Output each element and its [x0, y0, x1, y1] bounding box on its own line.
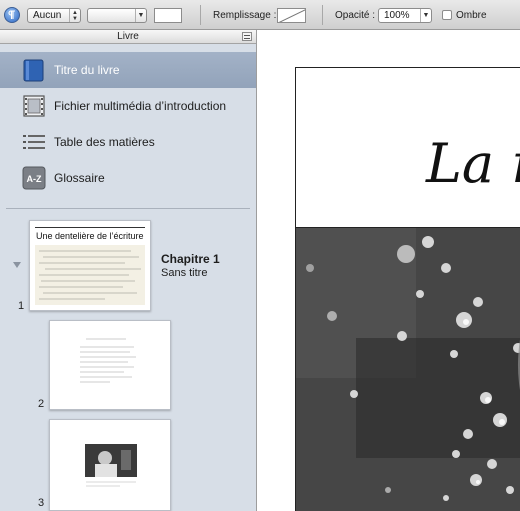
toolbar-divider: [322, 5, 323, 25]
book-page[interactable]: La r: [295, 67, 520, 511]
chevron-down-icon: ▼: [420, 9, 431, 22]
opacity-value: 100%: [384, 10, 410, 21]
sidebar-menu-icon[interactable]: [242, 32, 252, 41]
fill-label: Remplissage :: [213, 10, 277, 21]
cover-photo[interactable]: [296, 227, 520, 511]
sidebar-item-label: Fichier multimédia d’introduction: [54, 99, 227, 113]
page-thumbnail-3[interactable]: [49, 419, 171, 511]
inspector-button[interactable]: [4, 7, 20, 23]
toolbar-divider: [200, 5, 201, 25]
stroke-popup[interactable]: ▼: [87, 8, 147, 23]
page-thumbnail-2[interactable]: [49, 320, 171, 410]
manuscript-image: [35, 245, 145, 305]
film-icon: [23, 95, 45, 117]
border-style-value: Aucun: [33, 10, 62, 21]
stroke-color-well[interactable]: [154, 8, 182, 23]
opacity-label: Opacité :: [335, 10, 376, 21]
page-number: 2: [38, 398, 45, 410]
format-toolbar: Aucun ▲ ▼ ▼ Remplissage : Opacité : 100% …: [0, 0, 520, 30]
list-icon: [23, 135, 45, 149]
sidebar-item-label: Titre du livre: [54, 63, 120, 77]
paragraph-icon: [8, 10, 15, 19]
chevron-down-icon: ▼: [135, 9, 146, 22]
sidebar-item-intro-media[interactable]: Fichier multimédia d’introduction: [0, 88, 256, 124]
sidebar-item-book-title[interactable]: Titre du livre: [0, 52, 256, 88]
thumbnail-heading: Une dentelière de l’écriture: [36, 231, 144, 241]
chapter-subtitle: Sans titre: [161, 267, 208, 279]
sidebar-divider: [6, 208, 250, 209]
opacity-field[interactable]: 100% ▼: [378, 8, 432, 23]
page-number: 3: [38, 497, 45, 509]
sidebar-item-label: Glossaire: [54, 171, 105, 185]
border-style-popup[interactable]: Aucun ▲ ▼: [27, 8, 81, 23]
sidebar-title: Livre: [117, 31, 139, 42]
disclosure-triangle-icon[interactable]: [13, 262, 21, 268]
stepper-arrows-icon: ▲ ▼: [69, 9, 80, 22]
sidebar-item-glossary[interactable]: A-Z Glossaire: [0, 160, 256, 196]
shadow-checkbox[interactable]: [442, 10, 452, 20]
page-number: 1: [18, 300, 25, 312]
glossary-icon-text: A-Z: [27, 174, 42, 184]
sidebar-item-toc[interactable]: Table des matières: [0, 124, 256, 160]
shadow-label: Ombre: [456, 10, 487, 21]
book-icon: [23, 59, 44, 82]
sidebar-header: Livre: [0, 30, 256, 44]
page-thumbnail-1[interactable]: Une dentelière de l’écriture: [29, 220, 151, 311]
book-title-text[interactable]: La r: [426, 134, 520, 194]
glossary-icon: A-Z: [22, 166, 46, 190]
chapter-title: Chapitre 1: [161, 252, 220, 266]
fill-color-well[interactable]: [277, 8, 306, 23]
no-fill-icon: [278, 9, 305, 22]
book-sidebar: Livre Titre du livre Fichier multimédia …: [0, 30, 257, 511]
sidebar-item-label: Table des matières: [54, 135, 155, 149]
page-canvas: La r: [258, 30, 520, 511]
